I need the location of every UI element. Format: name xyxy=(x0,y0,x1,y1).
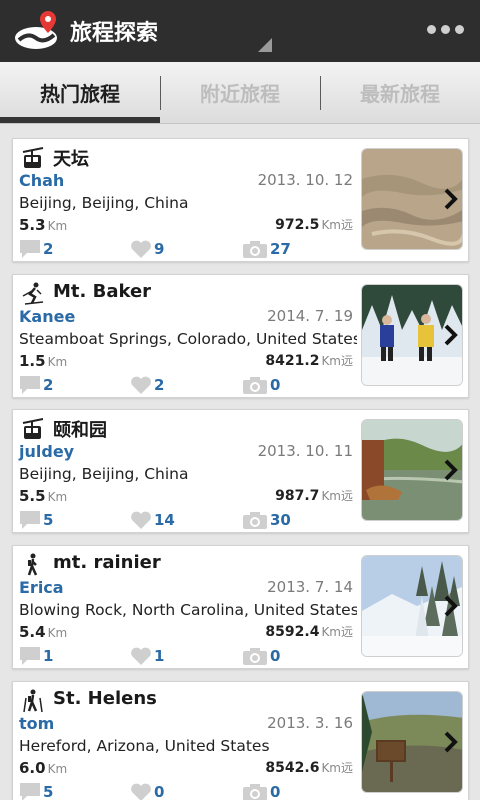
trip-far-distance: 8421.2 Km远 xyxy=(265,353,353,369)
trip-title: 颐和园 xyxy=(53,420,107,441)
trip-list[interactable]: 天坛 Chah 2013. 10. 12 Beijing, Beijing, C… xyxy=(0,124,480,800)
camera-icon xyxy=(243,648,267,665)
trip-user-link[interactable]: Kanee xyxy=(19,307,75,326)
trip-far-distance: 8542.6 Km远 xyxy=(265,760,353,776)
trip-distance: 1.5 Km xyxy=(19,352,68,370)
trip-thumbnail[interactable] xyxy=(361,148,463,250)
photos-count[interactable]: 0 xyxy=(242,375,280,395)
trip-user-link[interactable]: juldey xyxy=(19,442,74,461)
trip-card[interactable]: 天坛 Chah 2013. 10. 12 Beijing, Beijing, C… xyxy=(12,138,469,262)
heart-icon xyxy=(131,240,151,258)
comment-icon xyxy=(20,647,40,665)
likes-count[interactable]: 0 xyxy=(130,782,164,800)
trip-title: St. Helens xyxy=(53,688,157,709)
tab-bar: 热门旅程 附近旅程 最新旅程 xyxy=(0,62,480,124)
camera-icon xyxy=(243,512,267,529)
app-title: 旅程探索 xyxy=(70,21,159,46)
comments-count[interactable]: 5 xyxy=(19,510,53,530)
trip-user-link[interactable]: Chah xyxy=(19,171,64,190)
trip-thumbnail[interactable] xyxy=(361,691,463,793)
trip-user-link[interactable]: tom xyxy=(19,714,54,733)
trip-title: mt. rainier xyxy=(53,552,161,573)
heart-icon xyxy=(131,511,151,529)
chevron-right-icon xyxy=(444,188,458,210)
camera-icon xyxy=(243,784,267,800)
trip-card[interactable]: St. Helens tom 2013. 3. 16 Hereford, Ari… xyxy=(12,681,469,800)
comment-icon xyxy=(20,783,40,800)
trip-location: Steamboat Springs, Colorado, United Stat… xyxy=(19,330,357,348)
trip-date: 2013. 3. 16 xyxy=(267,714,353,732)
location-pin-logo-icon[interactable] xyxy=(14,10,62,52)
trip-date: 2013. 7. 14 xyxy=(267,578,353,596)
trip-distance: 5.5 Km xyxy=(19,487,68,505)
photos-count[interactable]: 0 xyxy=(242,646,280,666)
trip-card[interactable]: 颐和园 juldey 2013. 10. 11 Beijing, Beijing… xyxy=(12,409,469,533)
heart-icon xyxy=(131,376,151,394)
trip-location: Beijing, Beijing, China xyxy=(19,465,189,483)
trip-distance: 5.3 Km xyxy=(19,216,68,234)
trip-date: 2013. 10. 12 xyxy=(257,171,353,189)
trip-card[interactable]: Mt. Baker Kanee 2014. 7. 19 Steamboat Sp… xyxy=(12,274,469,398)
tab-latest-trips[interactable]: 最新旅程 xyxy=(320,62,480,123)
trip-thumbnail[interactable] xyxy=(361,555,463,657)
comments-count[interactable]: 1 xyxy=(19,646,53,666)
trip-date: 2013. 10. 11 xyxy=(257,442,353,460)
cable-car-icon xyxy=(21,146,45,170)
chevron-right-icon xyxy=(444,731,458,753)
camera-icon xyxy=(243,377,267,394)
photos-count[interactable]: 0 xyxy=(242,782,280,800)
skier-icon xyxy=(21,282,45,306)
trip-card[interactable]: mt. rainier Erica 2013. 7. 14 Blowing Ro… xyxy=(12,545,469,669)
comments-count[interactable]: 2 xyxy=(19,239,53,259)
trip-title: 天坛 xyxy=(53,149,89,170)
likes-count[interactable]: 1 xyxy=(130,646,164,666)
cable-car-icon xyxy=(21,417,45,441)
trip-location: Hereford, Arizona, United States xyxy=(19,737,270,755)
trip-user-link[interactable]: Erica xyxy=(19,578,64,597)
action-bar: 旅程探索 xyxy=(0,0,480,62)
trip-location: Blowing Rock, North Carolina, United Sta… xyxy=(19,601,357,619)
heart-icon xyxy=(131,783,151,800)
chevron-right-icon xyxy=(444,324,458,346)
photos-count[interactable]: 30 xyxy=(242,510,291,530)
trip-far-distance: 8592.4 Km远 xyxy=(265,624,353,640)
trip-title: Mt. Baker xyxy=(53,281,152,302)
comment-icon xyxy=(20,376,40,394)
likes-count[interactable]: 2 xyxy=(130,375,164,395)
heart-icon xyxy=(131,647,151,665)
comment-icon xyxy=(20,511,40,529)
overflow-menu-icon[interactable] xyxy=(427,25,464,34)
comment-icon xyxy=(20,240,40,258)
trip-distance: 6.0 Km xyxy=(19,759,68,777)
hiker-icon xyxy=(21,553,45,577)
trip-far-distance: 972.5 Km远 xyxy=(275,217,353,233)
trekker-poles-icon xyxy=(21,689,45,713)
trip-distance: 5.4 Km xyxy=(19,623,68,641)
trip-far-distance: 987.7 Km远 xyxy=(275,488,353,504)
comments-count[interactable]: 5 xyxy=(19,782,53,800)
camera-icon xyxy=(243,241,267,258)
tab-nearby-trips[interactable]: 附近旅程 xyxy=(160,62,320,123)
tab-hot-trips[interactable]: 热门旅程 xyxy=(0,62,160,123)
spinner-indicator-icon xyxy=(258,38,272,52)
photos-count[interactable]: 27 xyxy=(242,239,291,259)
trip-location: Beijing, Beijing, China xyxy=(19,194,189,212)
chevron-right-icon xyxy=(444,595,458,617)
trip-thumbnail[interactable] xyxy=(361,419,463,521)
trip-thumbnail[interactable] xyxy=(361,284,463,386)
likes-count[interactable]: 14 xyxy=(130,510,175,530)
comments-count[interactable]: 2 xyxy=(19,375,53,395)
likes-count[interactable]: 9 xyxy=(130,239,164,259)
chevron-right-icon xyxy=(444,459,458,481)
trip-date: 2014. 7. 19 xyxy=(267,307,353,325)
